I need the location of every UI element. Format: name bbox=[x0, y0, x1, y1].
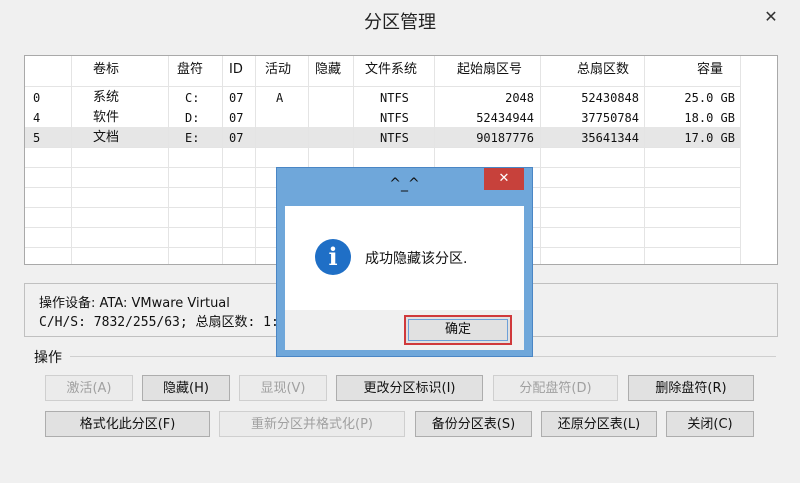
table-row-id[interactable]: 07 bbox=[229, 128, 243, 148]
restore-partition-table-button[interactable]: 还原分区表(L) bbox=[541, 411, 657, 437]
col-header-hidden[interactable]: 隐藏 bbox=[315, 60, 341, 80]
table-row-label[interactable]: 软件 bbox=[93, 108, 119, 128]
activate-button[interactable]: 激活(A) bbox=[45, 375, 133, 401]
delete-drive-letter-button[interactable]: 删除盘符(R) bbox=[628, 375, 754, 401]
table-row-index[interactable]: 4 bbox=[33, 108, 40, 128]
table-row-label[interactable]: 系统 bbox=[93, 88, 119, 108]
table-row-active[interactable]: A bbox=[276, 88, 283, 108]
table-row-id[interactable]: 07 bbox=[229, 108, 243, 128]
col-header-id[interactable]: ID bbox=[229, 60, 243, 80]
table-row-total-sectors[interactable]: 35641344 bbox=[581, 128, 639, 148]
col-header-label[interactable]: 卷标 bbox=[93, 60, 119, 80]
backup-partition-table-button[interactable]: 备份分区表(S) bbox=[415, 411, 532, 437]
message-dialog: ^_^ ✕ i 成功隐藏该分区. 确定 bbox=[276, 167, 533, 357]
close-button[interactable]: 关闭(C) bbox=[666, 411, 754, 437]
window-title: 分区管理 bbox=[364, 12, 436, 33]
col-header-size[interactable]: 容量 bbox=[697, 60, 723, 80]
table-row-total-sectors[interactable]: 52430848 bbox=[581, 88, 639, 108]
hide-button[interactable]: 隐藏(H) bbox=[142, 375, 230, 401]
dialog-close-icon[interactable]: ✕ bbox=[484, 168, 524, 190]
col-header-active[interactable]: 活动 bbox=[265, 60, 291, 80]
format-partition-button[interactable]: 格式化此分区(F) bbox=[45, 411, 210, 437]
dialog-message: 成功隐藏该分区. bbox=[365, 251, 468, 267]
table-row-start-sector[interactable]: 2048 bbox=[505, 88, 534, 108]
table-row-filesystem[interactable]: NTFS bbox=[380, 88, 409, 108]
table-row-drive[interactable]: C: bbox=[185, 88, 199, 108]
col-header-filesystem[interactable]: 文件系统 bbox=[365, 60, 417, 80]
table-row-size[interactable]: 18.0 GB bbox=[684, 108, 735, 128]
table-row-size[interactable]: 17.0 GB bbox=[684, 128, 735, 148]
device-geometry-line: C/H/S: 7832/255/63; 总扇区数: 1: bbox=[39, 315, 279, 330]
table-row-filesystem[interactable]: NTFS bbox=[380, 108, 409, 128]
col-header-drive[interactable]: 盘符 bbox=[177, 60, 203, 80]
info-icon: i bbox=[315, 239, 351, 275]
col-header-start-sector[interactable]: 起始扇区号 bbox=[457, 60, 522, 80]
col-header-total-sectors[interactable]: 总扇区数 bbox=[577, 60, 629, 80]
operations-group-label: 操作 bbox=[34, 350, 62, 366]
change-partition-id-button[interactable]: 更改分区标识(I) bbox=[336, 375, 483, 401]
table-row-size[interactable]: 25.0 GB bbox=[684, 88, 735, 108]
table-row-start-sector[interactable]: 52434944 bbox=[476, 108, 534, 128]
window-close-icon[interactable]: ✕ bbox=[754, 4, 788, 28]
show-button[interactable]: 显现(V) bbox=[239, 375, 327, 401]
table-row-total-sectors[interactable]: 37750784 bbox=[581, 108, 639, 128]
ok-button-label: 确定 bbox=[444, 322, 471, 337]
assign-drive-letter-button[interactable]: 分配盘符(D) bbox=[493, 375, 618, 401]
dialog-footer: 确定 bbox=[285, 310, 524, 350]
table-row-id[interactable]: 07 bbox=[229, 88, 243, 108]
repartition-format-button[interactable]: 重新分区并格式化(P) bbox=[219, 411, 405, 437]
table-row-index[interactable]: 0 bbox=[33, 88, 40, 108]
table-row-drive[interactable]: E: bbox=[185, 128, 199, 148]
table-row-label[interactable]: 文档 bbox=[93, 128, 119, 148]
device-info-line: 操作设备: ATA: VMware Virtual bbox=[39, 296, 230, 311]
ok-button[interactable]: 确定 bbox=[404, 315, 512, 345]
title-bar: 分区管理 ✕ bbox=[0, 0, 800, 40]
table-row-start-sector[interactable]: 90187776 bbox=[476, 128, 534, 148]
table-row-drive[interactable]: D: bbox=[185, 108, 199, 128]
table-row-index[interactable]: 5 bbox=[33, 128, 40, 148]
dialog-body: i 成功隐藏该分区. bbox=[285, 206, 524, 310]
table-row-filesystem[interactable]: NTFS bbox=[380, 128, 409, 148]
